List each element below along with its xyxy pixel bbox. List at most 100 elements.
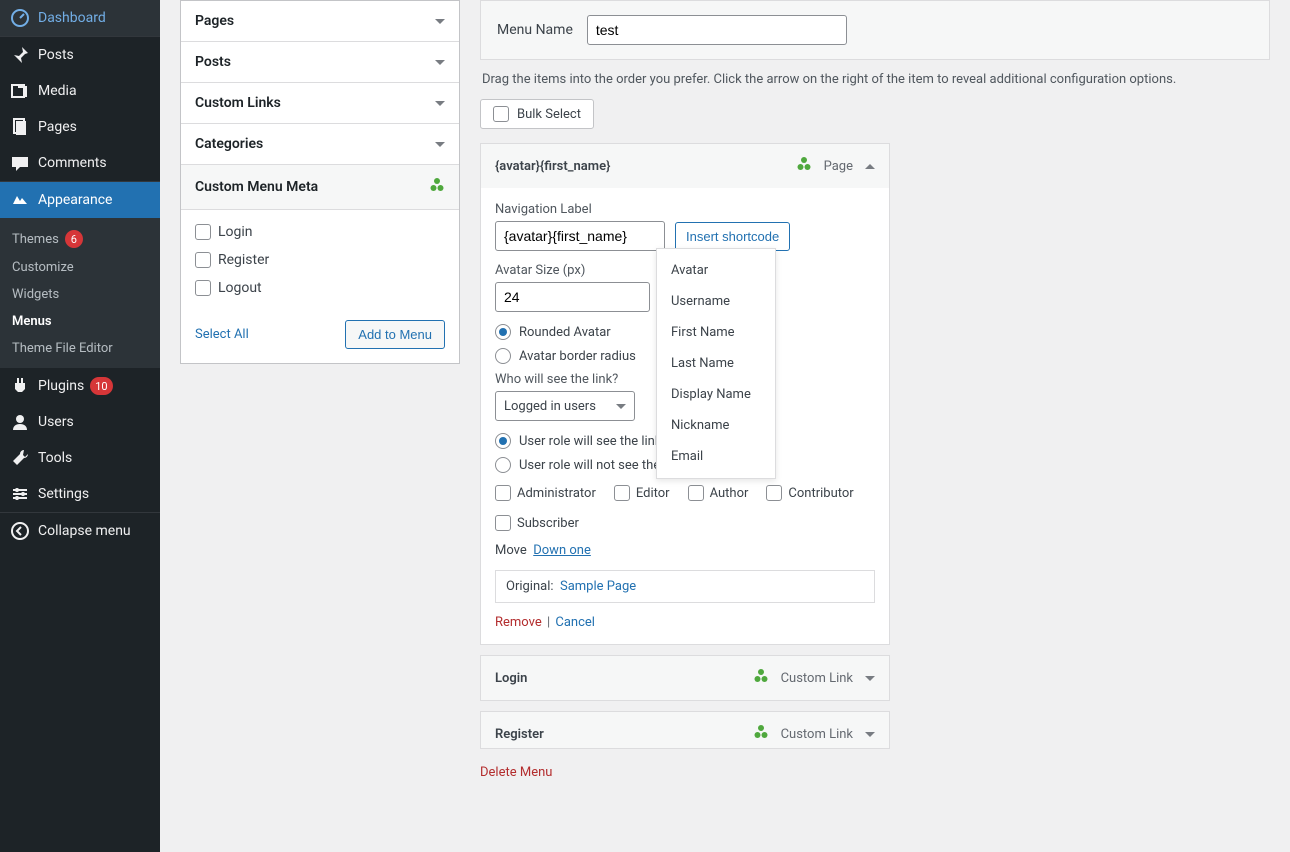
chevron-down-icon: [435, 101, 445, 106]
check-subscriber[interactable]: Subscriber: [495, 515, 579, 531]
sidebar-item-comments[interactable]: Comments: [0, 145, 160, 181]
dropdown-nickname[interactable]: Nickname: [657, 410, 775, 441]
sidebar-item-collapse[interactable]: Collapse menu: [0, 513, 160, 549]
sidebar-item-media[interactable]: Media: [0, 73, 160, 109]
dropdown-display-name[interactable]: Display Name: [657, 379, 775, 410]
help-text: Drag the items into the order you prefer…: [480, 60, 1270, 99]
sidebar-label: Comments: [38, 155, 107, 171]
insert-shortcode-button[interactable]: Insert shortcode: [675, 222, 790, 251]
check-login[interactable]: Login: [195, 224, 445, 240]
separator: |: [547, 615, 550, 630]
sidebar-item-dashboard[interactable]: Dashboard: [0, 0, 160, 36]
check-administrator[interactable]: Administrator: [495, 485, 596, 501]
check-register[interactable]: Register: [195, 252, 445, 268]
checkbox-icon: [195, 252, 211, 268]
chevron-down-icon: [435, 60, 445, 65]
sidebar-item-appearance[interactable]: Appearance: [0, 182, 160, 218]
dropdown-last-name[interactable]: Last Name: [657, 348, 775, 379]
menu-item-avatar-firstname: {avatar}{first_name} Page Navigation Lab…: [480, 143, 890, 645]
menu-item-type: Custom Link: [781, 671, 853, 686]
main-content: Pages Posts Custom Links Categories Cust…: [160, 0, 1290, 820]
admin-sidebar: Dashboard Posts Media Pages Comments App…: [0, 0, 160, 852]
users-icon: [10, 412, 30, 432]
radio-icon: [495, 433, 511, 449]
original-label: Original:: [506, 579, 554, 594]
dashboard-icon: [10, 8, 30, 28]
accordion-categories[interactable]: Categories: [181, 124, 459, 165]
sidebar-item-posts[interactable]: Posts: [0, 37, 160, 73]
cancel-link[interactable]: Cancel: [555, 615, 595, 630]
sidebar-item-pages[interactable]: Pages: [0, 109, 160, 145]
pin-icon: [10, 45, 30, 65]
menu-item-type: Custom Link: [781, 727, 853, 742]
sidebar-label: Collapse menu: [38, 523, 131, 539]
appearance-icon: [10, 190, 30, 210]
appearance-submenu: Themes 6 Customize Widgets Menus Theme F…: [0, 218, 160, 368]
menu-name-bar: Menu Name: [480, 0, 1270, 60]
original-link[interactable]: Sample Page: [560, 579, 636, 594]
accordion-title: Categories: [195, 136, 263, 152]
checkbox-icon: [495, 515, 511, 531]
circles-icon: [753, 668, 769, 688]
menu-item-register: Register Custom Link: [480, 711, 890, 749]
sidebar-label: Users: [38, 414, 74, 430]
sidebar-subitem-customize[interactable]: Customize: [0, 254, 160, 281]
nav-label-input[interactable]: [495, 221, 665, 251]
bulk-select-label: Bulk Select: [517, 107, 581, 122]
dropdown-email[interactable]: Email: [657, 441, 775, 472]
accordion-custom-menu-meta[interactable]: Custom Menu Meta: [181, 165, 459, 210]
add-to-menu-button[interactable]: Add to Menu: [345, 320, 445, 349]
who-select[interactable]: Logged in users: [495, 391, 635, 421]
role-checkboxes: Administrator Editor Author Contributor …: [495, 485, 875, 531]
sidebar-label: Posts: [38, 47, 74, 63]
custom-menu-meta-body: Login Register Logout Select All Add to …: [181, 210, 459, 363]
menu-item-header[interactable]: {avatar}{first_name} Page: [481, 144, 889, 188]
move-label: Move: [495, 543, 527, 558]
sidebar-label: Media: [38, 83, 77, 99]
move-down-one-link[interactable]: Down one: [533, 543, 591, 558]
sidebar-item-users[interactable]: Users: [0, 404, 160, 440]
remove-link[interactable]: Remove: [495, 615, 542, 630]
menu-item-header[interactable]: Login Custom Link: [481, 656, 889, 700]
bulk-select-button[interactable]: Bulk Select: [480, 99, 594, 129]
checkbox-icon: [493, 106, 509, 122]
sidebar-item-plugins[interactable]: Plugins 10: [0, 368, 160, 404]
subitem-label: Themes: [12, 232, 59, 247]
accordion-pages[interactable]: Pages: [181, 1, 459, 42]
accordion-title: Pages: [195, 13, 234, 29]
sidebar-subitem-menus[interactable]: Menus: [0, 308, 160, 335]
sidebar-subitem-themes[interactable]: Themes 6: [0, 224, 160, 254]
move-row: Move Down one: [495, 543, 875, 558]
sidebar-subitem-widgets[interactable]: Widgets: [0, 281, 160, 308]
sidebar-subitem-theme-file-editor[interactable]: Theme File Editor: [0, 335, 160, 362]
circles-icon: [429, 177, 445, 197]
radio-icon: [495, 457, 511, 473]
menu-item-header[interactable]: Register Custom Link: [481, 712, 889, 748]
dropdown-first-name[interactable]: First Name: [657, 317, 775, 348]
avatar-size-input[interactable]: [495, 282, 650, 312]
check-editor[interactable]: Editor: [614, 485, 670, 501]
radio-icon: [495, 324, 511, 340]
menu-item-body: Navigation Label Insert shortcode Avatar…: [481, 188, 889, 644]
menu-item-title: Register: [495, 727, 544, 742]
item-actions: Remove | Cancel: [495, 615, 875, 630]
accordion-posts[interactable]: Posts: [181, 42, 459, 83]
original-box: Original: Sample Page: [495, 570, 875, 603]
shortcode-dropdown: Avatar Username First Name Last Name Dis…: [656, 248, 776, 479]
check-author[interactable]: Author: [688, 485, 749, 501]
dropdown-username[interactable]: Username: [657, 286, 775, 317]
menu-name-input[interactable]: [587, 15, 847, 45]
sidebar-label: Dashboard: [38, 10, 106, 26]
sidebar-label: Appearance: [38, 192, 112, 208]
sidebar-item-settings[interactable]: Settings: [0, 476, 160, 512]
check-logout[interactable]: Logout: [195, 280, 445, 296]
delete-menu-link[interactable]: Delete Menu: [480, 765, 552, 780]
chevron-down-icon: [865, 676, 875, 681]
select-all-link[interactable]: Select All: [195, 327, 249, 342]
dropdown-avatar[interactable]: Avatar: [657, 255, 775, 286]
sidebar-label: Settings: [38, 486, 89, 502]
chevron-down-icon: [435, 19, 445, 24]
sidebar-item-tools[interactable]: Tools: [0, 440, 160, 476]
check-contributor[interactable]: Contributor: [766, 485, 853, 501]
accordion-custom-links[interactable]: Custom Links: [181, 83, 459, 124]
